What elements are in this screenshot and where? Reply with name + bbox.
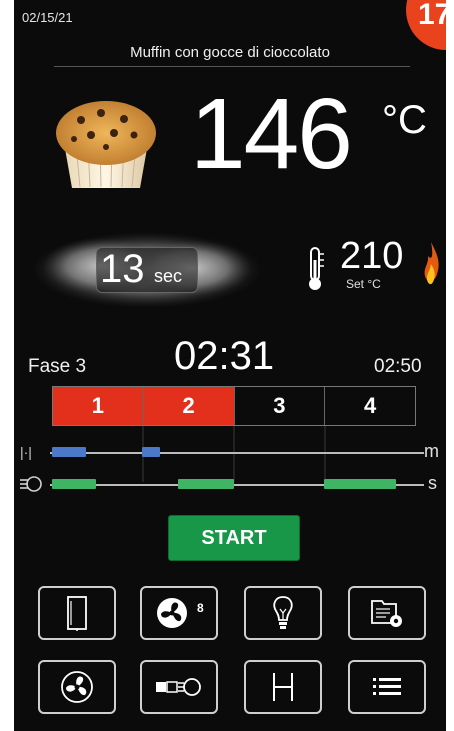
- fan-track-icon: |·|: [20, 444, 32, 460]
- steam-valve-track-icon: [20, 476, 42, 492]
- phase-label: Fase 3: [28, 356, 87, 377]
- total-time: 02:50: [374, 356, 422, 377]
- fan-track-unit: m: [424, 441, 439, 461]
- title-divider: [54, 66, 410, 67]
- steam-track-segment: [52, 479, 96, 489]
- program-settings-button[interactable]: [348, 586, 426, 640]
- corner-badge: 17: [406, 0, 446, 50]
- light-button[interactable]: [244, 586, 322, 640]
- light-bulb-icon: [273, 596, 293, 629]
- phase-grid: [142, 426, 326, 482]
- oven-screen: 17 02/15/21 Muffin con gocce di cioccola…: [14, 0, 446, 731]
- menu-icon: [373, 678, 401, 695]
- thermometer-icon: [309, 247, 324, 290]
- steam-track-unit: s: [428, 473, 437, 493]
- corner-badge-label: 17: [418, 0, 446, 31]
- date-label: 02/15/21: [22, 10, 73, 25]
- start-button[interactable]: START: [168, 515, 300, 561]
- phase-selector: 1 2 3 4: [52, 386, 416, 426]
- phase-3[interactable]: 3: [235, 387, 326, 425]
- muffin-icon: [56, 101, 156, 188]
- oven-door-button[interactable]: [38, 586, 116, 640]
- steam-valve-button[interactable]: [140, 660, 218, 714]
- fan-icon: [61, 671, 93, 703]
- setpoint-label: Set °C: [346, 277, 381, 291]
- fan-speed-button[interactable]: 8: [140, 586, 218, 640]
- flame-icon: [424, 242, 439, 285]
- steam-track-segment: [324, 479, 396, 489]
- steam-valve-icon: [156, 678, 201, 696]
- elapsed-timer: 02:31: [174, 334, 275, 378]
- recipe-title: Muffin con gocce di cioccolato: [130, 44, 330, 61]
- chamber-temperature-unit: °C: [382, 98, 427, 142]
- fan-speed-value: 8: [197, 601, 204, 615]
- fan-button[interactable]: [38, 660, 116, 714]
- steam-time-value: 13: [100, 247, 145, 291]
- menu-button[interactable]: [348, 660, 426, 714]
- fan-track-line: [50, 452, 424, 454]
- fan-track-segment: [142, 447, 160, 457]
- hold-icon: [273, 673, 293, 701]
- fan-speed-icon: [157, 598, 187, 628]
- phase-2[interactable]: 2: [143, 387, 235, 425]
- steam-time-unit: sec: [154, 266, 183, 286]
- phase-1[interactable]: 1: [53, 387, 144, 425]
- hold-button[interactable]: [244, 660, 322, 714]
- steam-track-segment: [178, 479, 234, 489]
- phase-4[interactable]: 4: [325, 387, 415, 425]
- settings-folder-icon: [371, 600, 402, 627]
- chamber-temperature: 146: [190, 78, 353, 190]
- fan-track-segment: [52, 447, 86, 457]
- setpoint-value[interactable]: 210: [340, 236, 403, 276]
- oven-door-icon: [67, 596, 87, 631]
